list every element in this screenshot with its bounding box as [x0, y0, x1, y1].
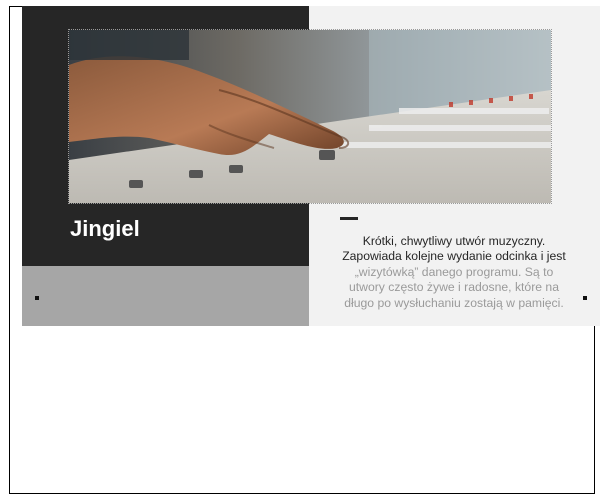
description-line: Zapowiada kolejne wydanie odcinka i jest [342, 249, 566, 264]
mixing-console-photo [68, 29, 552, 204]
bullet-marker-left [35, 296, 39, 300]
description-line-faded: „wizytówką” danego programu. Są to [354, 264, 554, 279]
description-line-faded: utwory często żywe i radosne, które na [349, 280, 559, 295]
gray-band [22, 266, 309, 326]
accent-line [340, 217, 358, 220]
slide: Jingiel Krótki, chwytliwy utwór muzyczny… [22, 6, 600, 326]
description-line-faded: długo po wysłuchaniu zostają w pamięci. [344, 295, 564, 310]
bullet-marker-right [583, 296, 587, 300]
slide-title: Jingiel [70, 216, 140, 241]
mixing-console-image [69, 30, 551, 203]
description-line: Krótki, chwytliwy utwór muzyczny. [362, 234, 546, 248]
slide-description: Krótki, chwytliwy utwór muzyczny. Zapowi… [312, 234, 596, 311]
